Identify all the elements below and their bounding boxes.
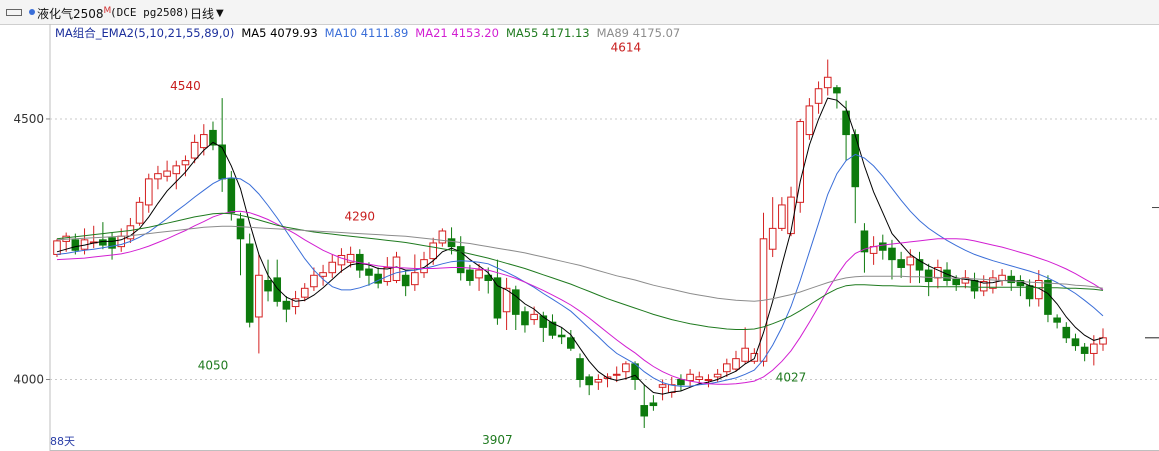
candle-body: [1062, 326, 1071, 339]
candle-body: [273, 277, 282, 302]
period-selector[interactable]: 日线: [190, 5, 214, 22]
price-annotation: 3907: [482, 433, 513, 447]
candle-body: [823, 76, 832, 89]
candle-body: [1071, 338, 1080, 347]
candle-body: [1090, 343, 1098, 354]
candle-body: [144, 178, 153, 206]
candle-body: [732, 358, 740, 370]
candle-body: [383, 266, 392, 283]
candle-body: [1080, 346, 1089, 354]
candle-body: [539, 315, 548, 328]
candle-body: [411, 272, 419, 286]
candle-body: [282, 300, 291, 310]
candle-body: [236, 218, 245, 240]
candle-body: [805, 105, 814, 136]
candle-body: [530, 313, 538, 321]
candle-body: [310, 274, 318, 288]
candle-body: [227, 178, 236, 214]
candle-body: [695, 376, 704, 380]
status-dot-icon: [29, 9, 35, 15]
candle-body: [585, 376, 593, 386]
candle-body: [429, 242, 437, 260]
ma89-line: [56, 225, 1104, 302]
candle-body: [163, 170, 171, 177]
candle-body: [447, 238, 456, 248]
candle-body: [511, 289, 520, 315]
candle-body: [255, 274, 263, 318]
candle-body: [677, 378, 685, 386]
candle-body: [594, 378, 603, 383]
candle-body: [190, 141, 199, 159]
price-annotation: 4050: [198, 358, 229, 372]
candle-body: [567, 337, 575, 349]
candle-body: [71, 239, 80, 251]
chevron-down-icon[interactable]: ▼: [216, 8, 224, 19]
candle-body: [640, 405, 649, 417]
instrument-code: (DCE pg2508): [110, 6, 190, 19]
candle-body: [622, 363, 630, 373]
candle-body: [897, 259, 905, 268]
candle-body: [1053, 317, 1061, 323]
candle-body: [713, 373, 722, 378]
candle-body: [154, 173, 162, 180]
candle-body: [328, 261, 337, 274]
candle-body: [53, 240, 61, 255]
candle-body: [1007, 275, 1016, 284]
candle-body: [952, 278, 960, 286]
candle-body: [319, 272, 327, 277]
candle-body: [924, 269, 933, 283]
candle-body: [704, 378, 713, 381]
candle-body: [741, 347, 749, 362]
day-count: 88天: [50, 435, 75, 448]
candle-body: [172, 165, 181, 175]
candlestick-chart[interactable]: 4000 4500 4540 4050 4290 3907 4614 4027: [0, 24, 1159, 451]
candle-body: [218, 144, 226, 180]
candle-body: [521, 311, 529, 326]
candle-body: [686, 373, 694, 382]
candle-body: [906, 256, 915, 266]
candle-body: [888, 247, 896, 261]
instrument-name[interactable]: 液化气2508M: [37, 5, 111, 22]
candle-body: [200, 134, 208, 149]
candle-body: [245, 243, 254, 323]
candle-body: [493, 277, 502, 319]
candle-body: [796, 121, 805, 203]
candle-body: [833, 87, 841, 94]
candle-body: [475, 269, 483, 279]
candle-body: [99, 239, 107, 246]
candle-body: [1044, 279, 1052, 315]
price-annotation: 4614: [611, 41, 642, 55]
candle-body: [649, 402, 658, 407]
candle-body: [878, 242, 887, 251]
candle-body: [658, 384, 667, 388]
candle-body: [181, 160, 190, 166]
candle-body: [998, 274, 1006, 281]
candle-body: [778, 204, 786, 229]
candle-body: [135, 201, 144, 224]
candle-body: [557, 334, 566, 338]
candle-body: [768, 227, 777, 250]
y-tick-label: 4500: [13, 112, 44, 126]
candle-body: [466, 269, 474, 281]
price-annotation: 4540: [170, 79, 201, 93]
candle-body: [814, 88, 823, 104]
candle-body: [365, 268, 373, 276]
candle-body: [576, 358, 584, 380]
candle-body: [300, 287, 309, 298]
window-icon[interactable]: [6, 9, 22, 16]
candle-body: [438, 230, 447, 244]
candle-body: [970, 279, 979, 292]
y-tick-label: 4000: [13, 372, 44, 386]
chart-toolbar: 液化气2508M (DCE pg2508) 日线 ▼: [0, 0, 1159, 25]
candle-body: [723, 363, 731, 373]
ma5-line: [56, 97, 1104, 395]
candle-body: [392, 256, 401, 281]
candle-body: [401, 274, 410, 287]
candle-body: [612, 373, 621, 376]
price-annotation: 4290: [345, 209, 376, 223]
price-annotation: 4027: [776, 370, 807, 384]
candle-body: [264, 279, 272, 292]
